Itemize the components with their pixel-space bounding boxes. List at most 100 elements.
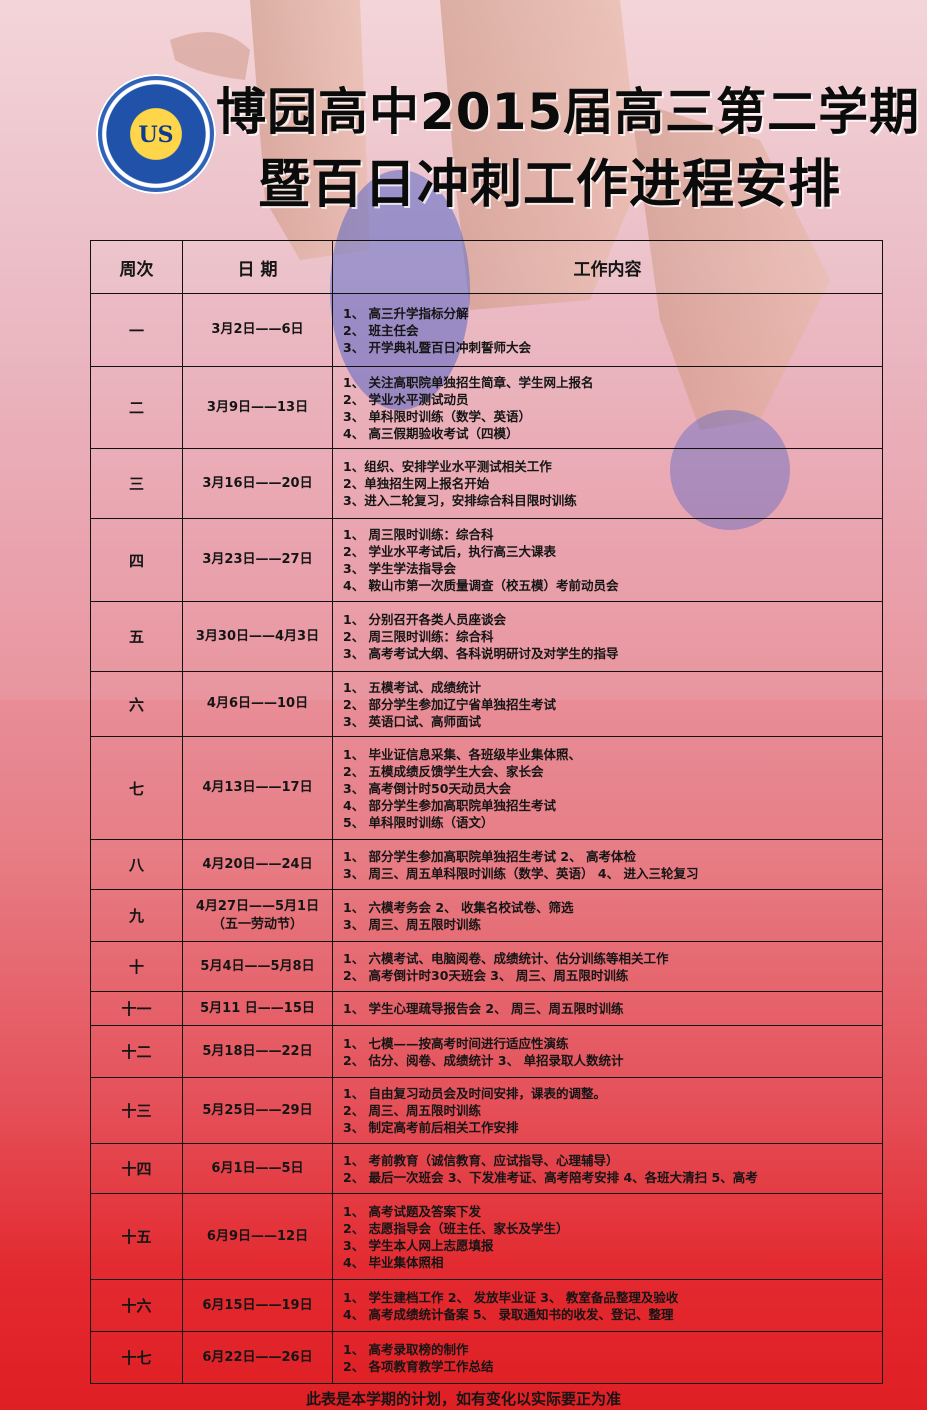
- task-item: 1、 五模考试、成绩统计: [343, 679, 482, 695]
- task-item: 2、 最后一次班会 3、下发准考证、高考陪考安排 4、各班大清扫 5、高考: [343, 1169, 758, 1185]
- task-item: 1、 高考录取榜的制作: [343, 1341, 469, 1357]
- table-row: 十六 6月15日——19日 1、 学生建档工作 2、 发放毕业证 3、 教室备品整理…: [90, 1279, 883, 1332]
- week-cell: 七: [90, 736, 183, 840]
- table-row: 三 3月16日——20日 1、组织、安排学业水平测试相关工作 2、单独招生网上报名开始…: [90, 448, 883, 519]
- table-row: 十四 6月1日——5日 1、 考前教育（诚信教育、应试指导、心理辅导） 2、 最后一次…: [90, 1143, 883, 1194]
- table-row: 六 4月6日——10日 1、 五模考试、成绩统计 2、 部分学生参加辽宁省单独招生考试…: [90, 671, 883, 737]
- date-cell: 4月27日——5月1日 （五一劳动节）: [182, 889, 333, 942]
- date-line: 6月22日——26日: [202, 1349, 313, 1365]
- date-cell: 3月9日——13日: [182, 366, 333, 449]
- table-row: 十七 6月22日——26日 1、 高考录取榜的制作 2、 各项教育教学工作总结: [90, 1331, 883, 1384]
- week-cell: 二: [90, 366, 183, 449]
- date-cell: 5月18日——22日: [182, 1025, 333, 1078]
- task-item: 2、 估分、阅卷、成绩统计 3、 单招录取人数统计: [343, 1052, 624, 1068]
- date-cell: 6月22日——26日: [182, 1331, 333, 1384]
- task-item: 3、 周三、周五单科限时训练（数学、英语） 4、 进入三轮复习: [343, 865, 699, 881]
- task-item: 1、 周三限时训练：综合科: [343, 527, 494, 542]
- task-item: 2、 周三限时训练：综合科: [343, 629, 494, 644]
- task-item: 1、 部分学生参加高职院单独招生考试 2、 高考体检: [343, 848, 636, 864]
- column-header-week: 周次: [90, 240, 183, 294]
- task-item: 5、 单科限时训练（语文）: [343, 814, 494, 830]
- date-cell: 6月15日——19日: [182, 1279, 333, 1332]
- task-item: 2、 志愿指导会（班主任、家长及学生）: [343, 1220, 569, 1236]
- week-cell: 十六: [90, 1279, 183, 1332]
- table-row: 一 3月2日——6日 1、 高三升学指标分解 2、 班主任会 3、 开学典礼暨百日冲刺誓…: [90, 293, 883, 367]
- task-item: 2、 各项教育教学工作总结: [343, 1358, 494, 1374]
- task-item: 3、 学生学法指导会: [343, 561, 457, 576]
- date-line: 4月6日——10日: [206, 696, 309, 711]
- task-item: 1、 考前教育（诚信教育、应试指导、心理辅导）: [343, 1152, 619, 1168]
- task-item: 1、组织、安排学业水平测试相关工作: [343, 459, 552, 474]
- task-item: 1、 学生心理疏导报告会 2、 周三、周五限时训练: [343, 1001, 624, 1016]
- date-line: 4月27日——5月1日: [195, 898, 320, 914]
- task-item: 2、单独招生网上报名开始: [343, 476, 490, 491]
- date-line: 3月16日——20日: [202, 475, 313, 491]
- table-row: 九 4月27日——5月1日 （五一劳动节） 1、 六模考务会 2、 收集名校试卷、筛选…: [90, 889, 883, 942]
- date-line: 6月15日——19日: [202, 1297, 313, 1313]
- date-line: 3月23日——27日: [202, 552, 313, 567]
- week-cell: 六: [90, 671, 183, 737]
- date-cell: 3月16日——20日: [182, 448, 333, 519]
- week-cell: 十一: [90, 991, 183, 1026]
- task-item: 4、 鞍山市第一次质量调查（校五模）考前动员会: [343, 578, 619, 593]
- task-item: 4、 高考成绩统计备案 5、 录取通知书的收发、登记、整理: [343, 1306, 674, 1322]
- date-line: 6月1日——5日: [211, 1160, 304, 1176]
- table-row: 十 5月4日——5月8日 1、 六模考试、电脑阅卷、成绩统计、估分训练等相关工作 2、…: [90, 941, 883, 992]
- school-logo: US: [96, 74, 216, 194]
- task-item: 2、 学业水平考试后，执行高三大课表: [343, 544, 557, 559]
- week-cell: 十: [90, 941, 183, 992]
- tasks-cell: 1、 高考试题及答案下发 2、 志愿指导会（班主任、家长及学生） 3、 学生本人网上…: [332, 1193, 883, 1280]
- tasks-cell: 1、 自由复习动员会及时间安排，课表的调整。 2、 周三、周五限时训练 3、 制定高…: [332, 1077, 883, 1144]
- date-cell: 5月11 日——15日: [182, 991, 333, 1026]
- table-row: 四 3月23日——27日 1、 周三限时训练：综合科 2、 学业水平考试后，执行高三大…: [90, 518, 883, 602]
- tasks-cell: 1、 周三限时训练：综合科 2、 学业水平考试后，执行高三大课表 3、 学生学法指导…: [332, 518, 883, 602]
- schedule-body: 一 3月2日——6日 1、 高三升学指标分解 2、 班主任会 3、 开学典礼暨百日冲刺誓…: [90, 293, 883, 1384]
- date-cell: 3月2日——6日: [182, 293, 333, 367]
- week-cell: 五: [90, 601, 183, 672]
- week-cell: 十七: [90, 1331, 183, 1384]
- task-item: 2、 部分学生参加辽宁省单独招生考试: [343, 696, 557, 712]
- tasks-cell: 1、 六模考试、电脑阅卷、成绩统计、估分训练等相关工作 2、 高考倒计时30天班会…: [332, 941, 883, 992]
- tasks-cell: 1、 考前教育（诚信教育、应试指导、心理辅导） 2、 最后一次班会 3、下发准考证…: [332, 1143, 883, 1194]
- week-cell: 十二: [90, 1025, 183, 1078]
- week-cell: 十五: [90, 1193, 183, 1280]
- date-cell: 3月30日——4月3日: [182, 601, 333, 672]
- date-cell: 5月25日——29日: [182, 1077, 333, 1144]
- task-item: 3、 高考倒计时50天动员大会: [343, 780, 511, 796]
- task-item: 1、 六模考试、电脑阅卷、成绩统计、估分训练等相关工作: [343, 950, 669, 966]
- week-cell: 三: [90, 448, 183, 519]
- date-line: 3月30日——4月3日: [195, 628, 320, 644]
- task-item: 3、 周三、周五限时训练: [343, 916, 482, 932]
- footer-note: 此表是本学期的计划，如有变化以实际要正为准: [305, 1390, 621, 1408]
- tasks-cell: 1、 七模——按高考时间进行适应性演练 2、 估分、阅卷、成绩统计 3、 单招录取…: [332, 1025, 883, 1078]
- task-item: 2、 学业水平测试动员: [343, 391, 469, 407]
- date-cell: 3月23日——27日: [182, 518, 333, 602]
- task-item: 1、 七模——按高考时间进行适应性演练: [343, 1035, 569, 1051]
- date-cell: 6月9日——12日: [182, 1193, 333, 1280]
- date-line: 4月13日——17日: [202, 780, 313, 795]
- task-item: 4、 高三假期验收考试（四模）: [343, 425, 519, 441]
- task-item: 1、 高三升学指标分解: [343, 305, 469, 321]
- task-item: 1、 关注高职院单独招生简章、学生网上报名: [343, 374, 594, 390]
- tasks-cell: 1、 分别召开各类人员座谈会 2、 周三限时训练：综合科 3、 高考考试大纲、各科说…: [332, 601, 883, 672]
- task-item: 2、 高考倒计时30天班会 3、 周三、周五限时训练: [343, 967, 629, 983]
- page-title-line1: 博园高中2015届高三第二学期: [216, 83, 921, 141]
- tasks-cell: 1、 高三升学指标分解 2、 班主任会 3、 开学典礼暨百日冲刺誓师大会: [332, 293, 883, 367]
- tasks-cell: 1、 六模考务会 2、 收集名校试卷、筛选 3、 周三、周五限时训练: [332, 889, 883, 942]
- task-item: 3、 高考考试大纲、各科说明研讨及对学生的指导: [343, 646, 619, 661]
- tasks-cell: 1、 高考录取榜的制作 2、 各项教育教学工作总结: [332, 1331, 883, 1384]
- table-row: 八 4月20日——24日 1、 部分学生参加高职院单独招生考试 2、 高考体检 3、 …: [90, 839, 883, 890]
- column-header-date: 日 期: [182, 240, 333, 294]
- task-item: 2、 周三、周五限时训练: [343, 1103, 482, 1118]
- table-row: 五 3月30日——4月3日 1、 分别召开各类人员座谈会 2、 周三限时训练：综合科 3…: [90, 601, 883, 672]
- week-cell: 十三: [90, 1077, 183, 1144]
- task-item: 1、 高考试题及答案下发: [343, 1203, 482, 1219]
- task-item: 1、 自由复习动员会及时间安排，课表的调整。: [343, 1086, 607, 1101]
- task-item: 1、 分别召开各类人员座谈会: [343, 612, 507, 627]
- date-line: 5月18日——22日: [202, 1043, 313, 1059]
- date-line: 3月9日——13日: [206, 399, 309, 415]
- task-item: 3、 开学典礼暨百日冲刺誓师大会: [343, 339, 532, 355]
- table-row: 十三 5月25日——29日 1、 自由复习动员会及时间安排，课表的调整。 2、 周三、…: [90, 1077, 883, 1144]
- task-item: 1、 六模考务会 2、 收集名校试卷、筛选: [343, 899, 574, 915]
- schedule-table: 周次 日 期 工作内容 一 3月2日——6日 1、 高三升学指标分解 2、 班主任会 3…: [90, 240, 883, 1384]
